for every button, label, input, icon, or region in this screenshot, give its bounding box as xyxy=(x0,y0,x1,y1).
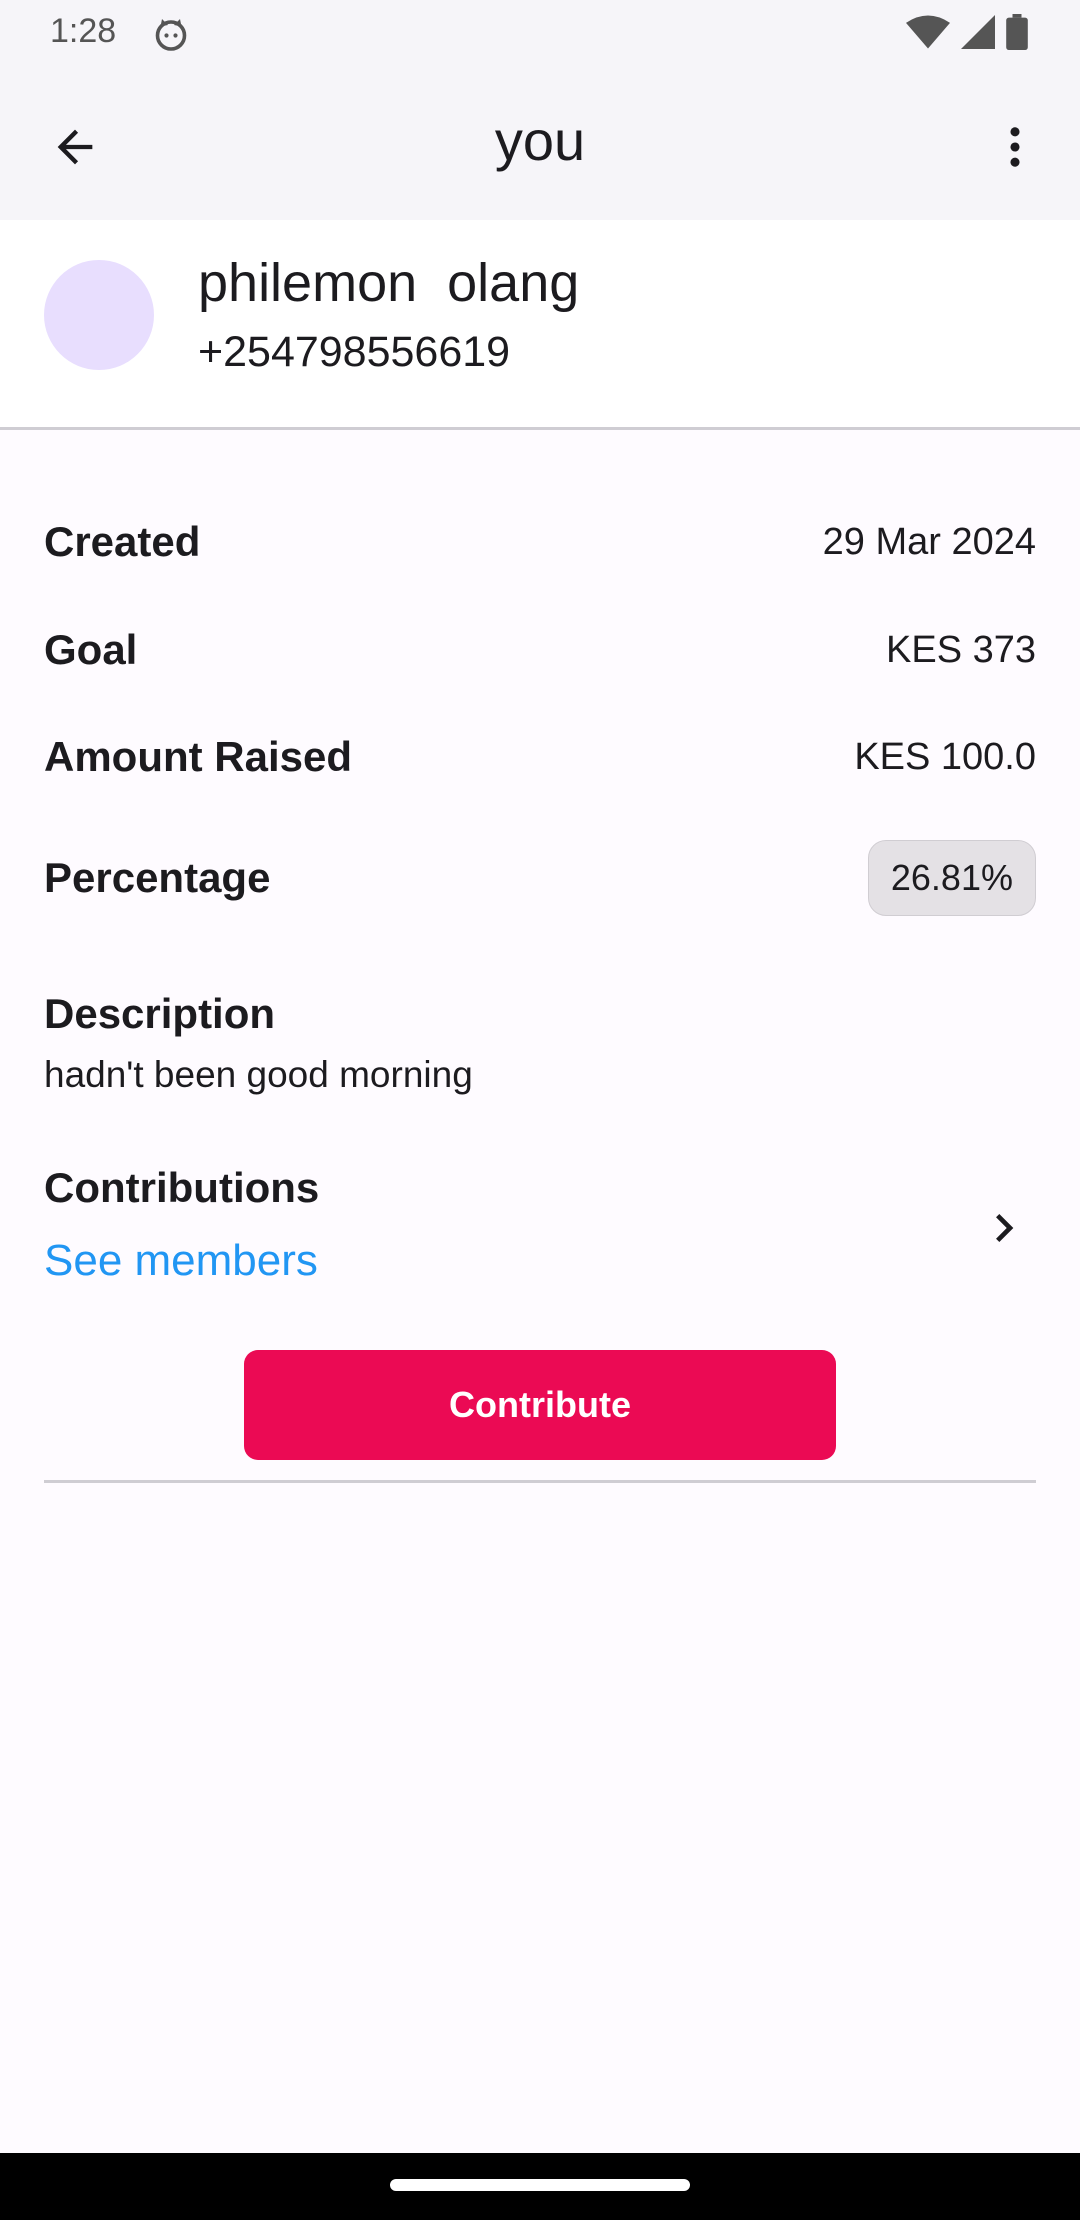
chevron-right-icon[interactable] xyxy=(976,1200,1032,1256)
amount-raised-label: Amount Raised xyxy=(44,733,353,780)
created-row: Created 29 Mar 2024 xyxy=(44,518,1036,566)
back-button[interactable] xyxy=(40,112,110,182)
status-time: 1:28 xyxy=(50,12,117,50)
created-value: 29 Mar 2024 xyxy=(822,520,1036,563)
contributions-label: Contributions xyxy=(44,1164,320,1211)
goal-label: Goal xyxy=(44,626,138,673)
cat-icon xyxy=(155,19,187,51)
more-options-button[interactable] xyxy=(980,112,1050,182)
wifi-icon xyxy=(906,15,950,49)
created-label: Created xyxy=(44,518,201,565)
description-label: Description xyxy=(44,990,276,1037)
page-title: you xyxy=(494,109,586,172)
percentage-chip: 26.81% xyxy=(867,840,1036,916)
goal-row: Goal KES 373 xyxy=(44,626,1036,674)
amount-raised-row: Amount Raised KES 100.0 xyxy=(44,733,1036,781)
see-members-link[interactable]: See members xyxy=(44,1236,318,1286)
avatar xyxy=(44,260,154,370)
status-bar: 1:28 xyxy=(0,0,1080,70)
percentage-label: Percentage xyxy=(44,854,271,901)
profile-name: philemon olang xyxy=(198,253,580,313)
percentage-row: Percentage 26.81% xyxy=(44,840,1036,916)
profile-phone: +254798556619 xyxy=(198,328,511,376)
screen: 1:28 you philemon olang +254798556619 Cr… xyxy=(0,0,1080,2220)
contribute-button[interactable]: Contribute xyxy=(244,1350,836,1460)
arrow-back-icon xyxy=(57,129,93,165)
divider xyxy=(44,1480,1036,1483)
signal-icon xyxy=(961,15,995,49)
app-bar: you xyxy=(0,70,1080,220)
home-handle[interactable] xyxy=(390,2179,690,2191)
description-text: hadn't been good morning xyxy=(44,1054,473,1095)
navigation-bar xyxy=(0,2153,1080,2220)
amount-raised-value: KES 100.0 xyxy=(854,735,1036,778)
battery-icon xyxy=(1006,14,1028,50)
profile-header: philemon olang +254798556619 xyxy=(0,220,1080,430)
goal-value: KES 373 xyxy=(886,628,1036,671)
status-icons xyxy=(906,14,1028,50)
contributions-row[interactable]: Contributions See members xyxy=(0,1150,1080,1300)
more-vert-icon xyxy=(1010,127,1020,167)
